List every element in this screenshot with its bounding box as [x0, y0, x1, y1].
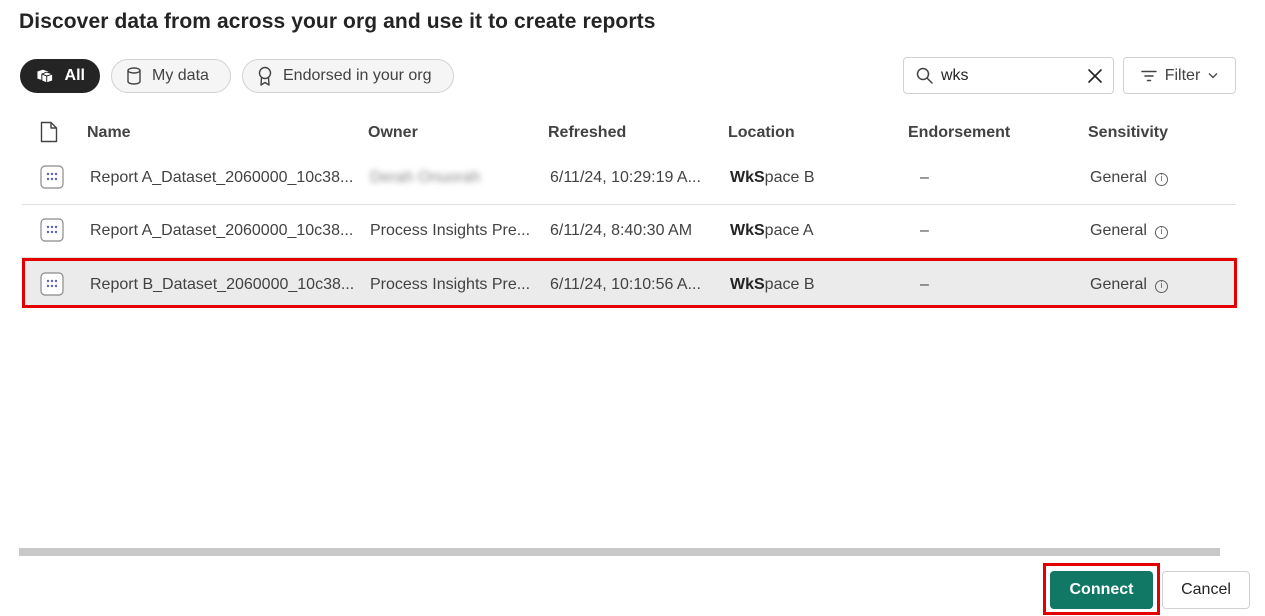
- table-row[interactable]: Report A_Dataset_2060000_10c38... Derah …: [22, 152, 1236, 205]
- row-sensitivity: General i: [1090, 276, 1168, 294]
- row-sensitivity: General i: [1090, 222, 1168, 240]
- filter-button[interactable]: Filter: [1123, 57, 1236, 94]
- row-endorsement: –: [920, 169, 929, 186]
- row-endorsement: –: [920, 222, 929, 239]
- location-match: WkS: [730, 276, 765, 293]
- search-input[interactable]: [941, 66, 1087, 85]
- column-header-location[interactable]: Location: [728, 124, 795, 142]
- row-sensitivity: General i: [1090, 169, 1168, 187]
- row-refreshed: 6/11/24, 8:40:30 AM: [550, 222, 693, 239]
- row-name: Report B_Dataset_2060000_10c38...: [90, 276, 355, 293]
- location-rest: pace B: [764, 169, 815, 186]
- info-icon[interactable]: i: [1154, 280, 1168, 293]
- location-rest: pace A: [764, 222, 814, 239]
- database-icon: [127, 67, 141, 85]
- chevron-down-icon: [1208, 73, 1218, 79]
- filter-icon: [1140, 70, 1157, 81]
- row-name: Report A_Dataset_2060000_10c38...: [90, 222, 354, 239]
- tab-endorsed-label: Endorsed in your org: [283, 67, 432, 84]
- row-owner: Process Insights Pre...: [370, 222, 531, 239]
- column-header-name[interactable]: Name: [87, 124, 131, 142]
- table-row[interactable]: Report A_Dataset_2060000_10c38... Proces…: [22, 205, 1236, 258]
- row-owner: Process Insights Pre...: [370, 276, 531, 293]
- filter-label: Filter: [1164, 66, 1201, 84]
- info-icon[interactable]: i: [1154, 173, 1168, 186]
- search-box[interactable]: [903, 57, 1114, 94]
- tab-my-data[interactable]: My data: [111, 59, 231, 93]
- tab-all[interactable]: All: [20, 59, 100, 93]
- sensitivity-label: General: [1090, 276, 1147, 293]
- horizontal-scrollbar[interactable]: [19, 548, 1220, 556]
- clear-search-icon[interactable]: [1087, 68, 1103, 84]
- info-icon[interactable]: i: [1154, 226, 1168, 239]
- row-endorsement: –: [920, 276, 929, 293]
- tab-my-data-label: My data: [152, 67, 209, 84]
- row-location: WkSpace B: [730, 276, 814, 294]
- location-rest: pace B: [764, 276, 815, 293]
- table-header: Name Owner Refreshed Location Endorsemen…: [22, 116, 1236, 150]
- tab-endorsed[interactable]: Endorsed in your org: [242, 59, 454, 93]
- row-refreshed: 6/11/24, 10:29:19 A...: [550, 169, 701, 186]
- search-icon: [916, 67, 933, 84]
- file-icon: [40, 121, 58, 143]
- row-owner: Derah Onuorah: [370, 169, 481, 186]
- dataset-icon: [40, 165, 64, 189]
- connect-button[interactable]: Connect: [1050, 571, 1153, 609]
- sensitivity-label: General: [1090, 222, 1147, 239]
- row-location: WkSpace A: [730, 222, 814, 240]
- page-title: Discover data from across your org and u…: [19, 10, 656, 33]
- row-name: Report A_Dataset_2060000_10c38...: [90, 169, 354, 186]
- sensitivity-label: General: [1090, 169, 1147, 186]
- column-header-owner[interactable]: Owner: [368, 124, 418, 142]
- column-header-sensitivity[interactable]: Sensitivity: [1088, 124, 1168, 142]
- dataset-icon: [40, 272, 64, 296]
- row-location: WkSpace B: [730, 169, 814, 187]
- column-header-refreshed[interactable]: Refreshed: [548, 124, 626, 142]
- table-row-selected[interactable]: Report B_Dataset_2060000_10c38... Proces…: [22, 259, 1236, 307]
- cancel-button[interactable]: Cancel: [1162, 571, 1250, 609]
- column-header-endorsement[interactable]: Endorsement: [908, 124, 1010, 142]
- cubes-icon: [36, 68, 54, 84]
- location-match: WkS: [730, 169, 765, 186]
- ribbon-icon: [258, 66, 272, 86]
- tab-all-label: All: [64, 67, 85, 84]
- row-refreshed: 6/11/24, 10:10:56 A...: [550, 276, 701, 293]
- location-match: WkS: [730, 222, 765, 239]
- dataset-icon: [40, 218, 64, 242]
